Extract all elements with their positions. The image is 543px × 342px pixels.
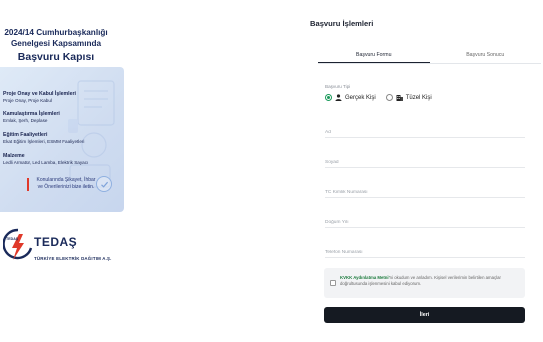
radio-corporate-label[interactable]: Tüzel Kişi (406, 95, 432, 101)
page-title: Başvuru İşlemleri (310, 19, 374, 28)
birth-year-field[interactable] (325, 210, 525, 231)
kvkk-consent-text: KVKK Aydınlatma Metni'ni okudum ve anlad… (340, 275, 520, 288)
hero-line-3: Başvuru Kapısı (17, 51, 95, 63)
info-group-subtitle: Ekat Eğitim İşlemleri, ESMM Faaliyetleri (3, 138, 85, 144)
logo-text: TEDAŞ (6, 237, 19, 241)
first-name-field[interactable] (325, 120, 525, 141)
brand: TEDAŞ TÜRKİYE ELEKTRİK DAĞITIM A.Ş. (34, 235, 112, 261)
tab-bar: Başvuru Formu Başvuru Sonucu (318, 48, 541, 64)
info-group-expropriation: Kamulaştırma İşlemleri Emlak, Şerh, Depl… (3, 111, 60, 124)
application-form: Başvuru Tipi Gerçek Kişi Tüzel Kişi Ad S… (318, 72, 541, 340)
radio-corporate[interactable] (385, 94, 393, 101)
next-button[interactable]: İleri (324, 307, 525, 323)
info-group-title: Proje Onay ve Kabul İşlemleri (3, 91, 76, 97)
info-group-subtitle: Proje Onay, Proje Kabul (3, 97, 52, 103)
info-group-project: Proje Onay ve Kabul İşlemleri Proje Onay… (3, 91, 76, 104)
brand-name: TEDAŞ (34, 235, 78, 249)
accent-bar (27, 178, 29, 191)
tab-application-form[interactable]: Başvuru Formu (318, 48, 430, 63)
phone-field[interactable] (325, 240, 525, 261)
application-type-radio-group: Gerçek Kişi Tüzel Kişi (325, 94, 432, 101)
highlight-line-2: ve Önerilerinizi bize iletin. (37, 183, 95, 190)
right-panel: Başvuru İşlemleri Başvuru Formu Başvuru … (300, 0, 543, 342)
radio-individual-label[interactable]: Gerçek Kişi (345, 95, 376, 101)
hero-line-2: Genelgesi Kapsamında (10, 39, 102, 48)
kvkk-link[interactable]: KVKK Aydınlatma Metni' (340, 275, 390, 280)
kvkk-consent-box: KVKK Aydınlatma Metni'ni okudum ve anlad… (324, 268, 525, 298)
kvkk-consent-checkbox[interactable] (330, 280, 336, 286)
left-panel: 2024/14 Cumhurbaşkanlığı Genelgesi Kapsa… (0, 0, 300, 342)
last-name-field[interactable] (325, 150, 525, 171)
national-id-field[interactable] (325, 180, 525, 201)
radio-individual[interactable] (325, 94, 332, 101)
info-card: Proje Onay ve Kabul İşlemleri Proje Onay… (0, 67, 124, 212)
info-group-training: Eğitim Faaliyetleri Ekat Eğitim İşlemler… (3, 132, 84, 145)
person-icon (335, 94, 342, 101)
hero-line-1: 2024/14 Cumhurbaşkanlığı (4, 28, 108, 37)
info-group-subtitle: Ledli Armatür, Led Lamba, Elektrik Sayac… (3, 159, 89, 165)
highlight-line-1: Konularında Şikayet, İhbar (36, 177, 96, 183)
tab-application-result[interactable]: Başvuru Sonucu (430, 48, 542, 63)
last-name-input[interactable] (325, 154, 525, 171)
tedas-logo-icon: TEDAŞ (3, 228, 33, 260)
building-icon (396, 95, 403, 101)
check-circle-icon (96, 176, 112, 192)
national-id-input[interactable] (325, 184, 525, 201)
first-name-input[interactable] (325, 124, 525, 141)
info-group-title: Kamulaştırma İşlemleri (3, 111, 60, 117)
birth-year-input[interactable] (325, 214, 525, 231)
info-group-subtitle: Emlak, Şerh, Deplase (3, 117, 48, 123)
info-group-material: Malzeme Ledli Armatür, Led Lamba, Elektr… (3, 153, 88, 166)
phone-input[interactable] (325, 244, 525, 261)
application-type-label: Başvuru Tipi (325, 84, 351, 89)
complaint-highlight: Konularında Şikayet, İhbar ve Önerilerin… (27, 177, 98, 191)
brand-subtitle: TÜRKİYE ELEKTRİK DAĞITIM A.Ş. (34, 256, 112, 261)
hero-title: 2024/14 Cumhurbaşkanlığı Genelgesi Kapsa… (0, 27, 112, 64)
